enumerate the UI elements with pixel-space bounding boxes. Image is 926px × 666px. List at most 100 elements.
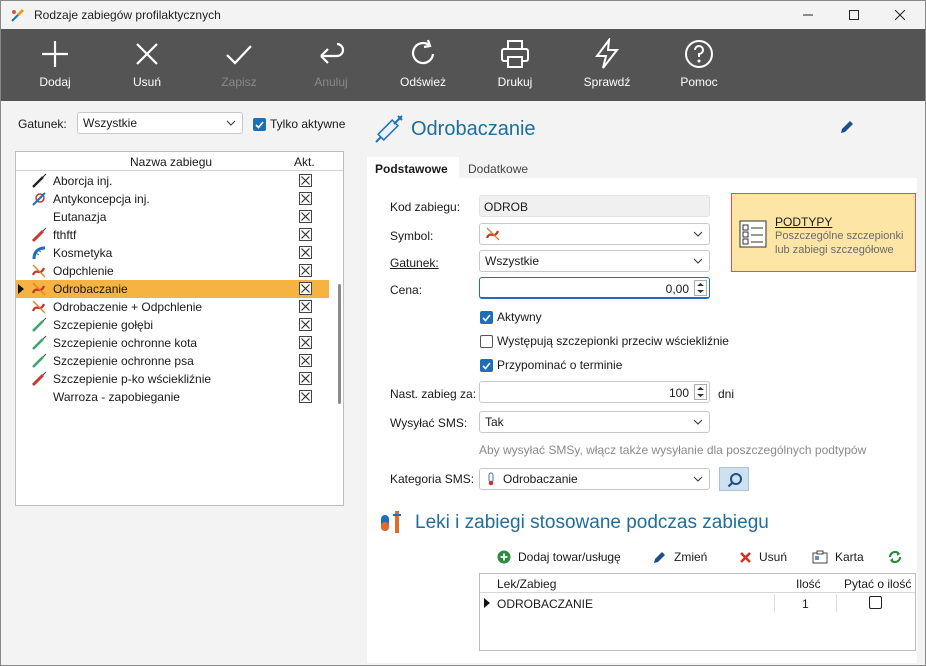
syringe-red-icon xyxy=(31,227,47,243)
list-item[interactable]: Warroza - zapobieganie xyxy=(16,388,329,406)
active-flag-checkbox[interactable] xyxy=(299,246,312,259)
tab-dodatkowe[interactable]: Dodatkowe xyxy=(459,157,539,179)
remind-checkbox[interactable] xyxy=(480,359,493,372)
scrollbar[interactable] xyxy=(338,284,341,404)
active-flag-checkbox[interactable] xyxy=(299,210,312,223)
active-flag-checkbox[interactable] xyxy=(299,282,312,295)
list-item-name: Szczepienie ochronne kota xyxy=(53,336,198,350)
col-divider xyxy=(836,594,837,612)
window-title: Rodzaje zabiegów profilaktycznych xyxy=(34,8,221,22)
col-active-header[interactable]: Akt. xyxy=(294,155,315,169)
refresh-icon xyxy=(412,39,435,65)
symbol-select[interactable] xyxy=(479,223,710,245)
col-drug-header[interactable]: Lek/Zabieg xyxy=(497,577,556,591)
species-filter-value: Wszystkie xyxy=(83,116,137,130)
active-flag-checkbox[interactable] xyxy=(299,390,312,403)
spinner-arrows-icon xyxy=(697,387,704,397)
next-treatment-value: 100 xyxy=(668,386,689,400)
col-ask-header[interactable]: Pytać o ilość xyxy=(844,577,911,591)
list-item[interactable]: Szczepienie ochronne psa xyxy=(16,352,329,370)
list-item-name: Szczepienie ochronne psa xyxy=(53,354,194,368)
x-mark-icon xyxy=(301,374,310,383)
delete-drug-button[interactable]: Usuń xyxy=(739,550,787,564)
next-treatment-field[interactable]: 100 xyxy=(479,381,710,403)
checkmark-icon xyxy=(255,121,264,129)
list-item[interactable]: Kosmetyka xyxy=(16,244,329,262)
active-flag-checkbox[interactable] xyxy=(299,354,312,367)
print-button[interactable]: Drukuj xyxy=(469,29,561,101)
cancel-button[interactable]: Anuluj xyxy=(285,29,377,101)
list-item[interactable]: Szczepienie p-ko wściekliźnie xyxy=(16,370,329,388)
delete-button[interactable]: Usuń xyxy=(101,29,193,101)
help-button[interactable]: Pomoc xyxy=(653,29,745,101)
chevron-down-icon xyxy=(693,258,703,264)
rabies-checkbox[interactable] xyxy=(480,335,493,348)
list-item[interactable]: Odrobaczanie xyxy=(16,280,329,298)
drugs-grid-header: Lek/Zabieg Ilość Pytać o ilość xyxy=(480,574,915,593)
list-item[interactable]: Antykoncepcja inj. xyxy=(16,190,329,208)
printer-icon xyxy=(501,40,529,68)
minimize-button[interactable] xyxy=(785,1,831,29)
refresh-button[interactable]: Odśwież xyxy=(377,29,469,101)
col-qty-header[interactable]: Ilość xyxy=(796,577,821,591)
price-label: Cena: xyxy=(390,283,423,297)
active-flag-checkbox[interactable] xyxy=(299,318,312,331)
col-divider xyxy=(774,594,775,612)
tab-podstawowe[interactable]: Podstawowe xyxy=(367,157,459,179)
sms-select[interactable]: Tak xyxy=(479,411,710,433)
add-drug-button[interactable]: Dodaj towar/usługę xyxy=(497,550,621,564)
sms-category-select[interactable]: Odrobaczanie xyxy=(479,468,710,490)
tab-podstawowe-label: Podstawowe xyxy=(375,162,448,176)
card-icon xyxy=(812,550,828,564)
price-field[interactable]: 0,00 xyxy=(479,277,710,299)
next-treatment-spinner[interactable] xyxy=(694,384,707,400)
active-flag-checkbox[interactable] xyxy=(299,192,312,205)
active-flag-checkbox[interactable] xyxy=(299,300,312,313)
drugs-row-qty: 1 xyxy=(802,597,809,611)
app-icon xyxy=(11,8,25,22)
active-flag-checkbox[interactable] xyxy=(299,174,312,187)
sms-category-search-button[interactable] xyxy=(719,467,749,491)
card-button[interactable]: Karta xyxy=(812,550,864,564)
active-checkbox[interactable] xyxy=(480,311,493,324)
maximize-button[interactable] xyxy=(831,1,877,29)
price-spinner[interactable] xyxy=(694,280,707,296)
active-flag-checkbox[interactable] xyxy=(299,336,312,349)
drugs-row-ask-checkbox[interactable] xyxy=(869,596,882,609)
close-button[interactable] xyxy=(877,1,923,29)
only-active-checkbox[interactable] xyxy=(253,118,266,131)
active-flag-checkbox[interactable] xyxy=(299,228,312,241)
list-item[interactable]: fthftf xyxy=(16,226,329,244)
list-item[interactable]: Odpchlenie xyxy=(16,262,329,280)
list-item[interactable]: Aborcja inj. xyxy=(16,172,329,190)
species-filter-select[interactable]: Wszystkie xyxy=(77,112,243,134)
delete-drug-label: Usuń xyxy=(759,550,788,564)
add-button[interactable]: Dodaj xyxy=(9,29,101,101)
save-button[interactable]: Zapisz xyxy=(193,29,285,101)
list-item[interactable]: Odrobaczenie + Odpchlenie xyxy=(16,298,329,316)
detail-title: Odrobaczanie xyxy=(411,118,536,140)
worm-icon xyxy=(485,227,500,241)
sync-icon[interactable] xyxy=(887,550,903,564)
list-item[interactable]: Eutanazja xyxy=(16,208,329,226)
syringe-icon xyxy=(32,173,47,188)
list-item[interactable]: Szczepienie gołębi xyxy=(16,316,329,334)
active-flag-checkbox[interactable] xyxy=(299,372,312,385)
col-name-header[interactable]: Nazwa zabiegu xyxy=(130,155,212,169)
species-select[interactable]: Wszystkie xyxy=(479,250,710,272)
undo-icon xyxy=(320,42,345,64)
x-mark-icon xyxy=(301,248,310,257)
pencil-icon[interactable] xyxy=(839,119,855,135)
list-item[interactable]: Szczepienie ochronne kota xyxy=(16,334,329,352)
code-field[interactable]: ODROB xyxy=(479,195,710,217)
check-button[interactable]: Sprawdź xyxy=(561,29,653,101)
only-active-label: Tylko aktywne xyxy=(270,117,346,131)
chevron-down-icon xyxy=(226,120,236,126)
edit-drug-button[interactable]: Zmień xyxy=(653,550,707,564)
subtypes-button[interactable]: PODTYPY Poszczególne szczepionki lub zab… xyxy=(731,193,916,272)
drugs-row[interactable]: ODROBACZANIE 1 xyxy=(480,594,915,612)
active-flag-checkbox[interactable] xyxy=(299,264,312,277)
chevron-down-icon xyxy=(693,476,703,482)
print-label: Drukuj xyxy=(497,75,533,89)
help-icon xyxy=(685,40,713,68)
